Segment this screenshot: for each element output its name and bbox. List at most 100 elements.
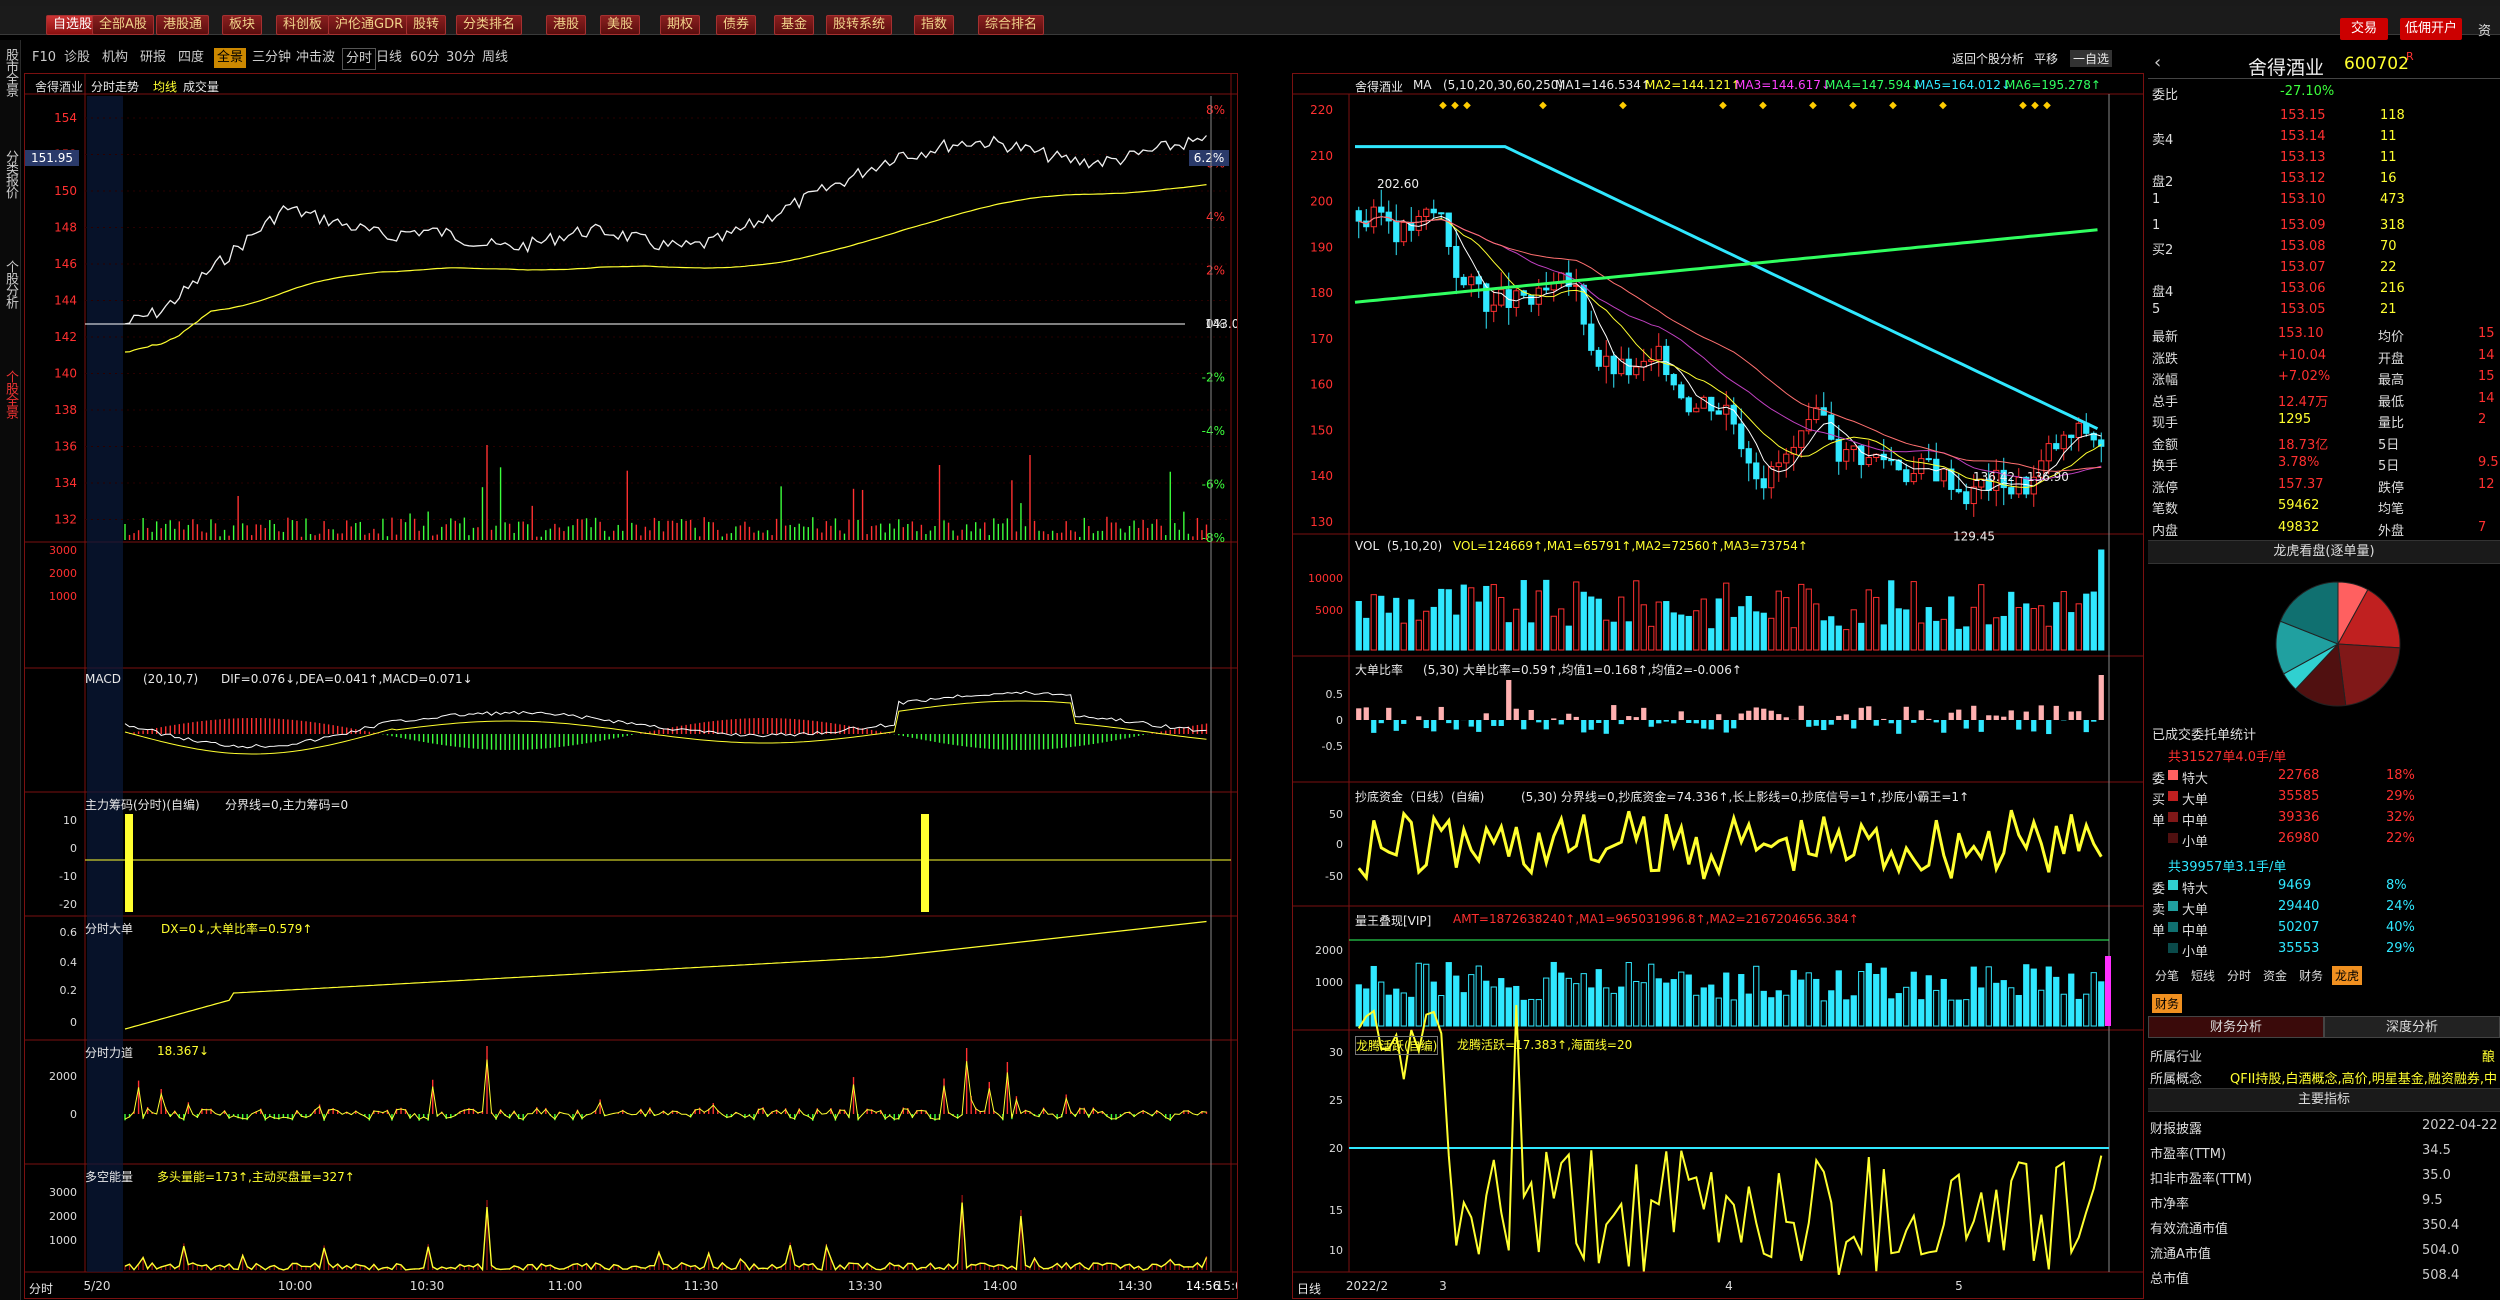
volking-bar bbox=[1385, 994, 1392, 1027]
intraday-axis-label[interactable]: 分时 bbox=[29, 1280, 53, 1297]
big-ratio-bar bbox=[1956, 709, 1962, 720]
fin-value: 35.0 bbox=[2422, 1168, 2451, 1183]
quote-tab-5[interactable]: 龙虎 bbox=[2332, 966, 2363, 985]
tab-three-minute[interactable]: 三分钟 bbox=[252, 48, 291, 68]
volking-bar bbox=[1535, 999, 1542, 1027]
toolbar-btn-1[interactable]: 全部A股 bbox=[92, 15, 154, 35]
main-chip-label[interactable]: 主力筹码(分时)(自编) bbox=[85, 796, 200, 813]
big-ratio-bar bbox=[1701, 720, 1707, 729]
sidebar-tab-stock-panorama[interactable]: 个股全景 bbox=[0, 370, 20, 418]
finance-subtab-0[interactable]: 财务分析 bbox=[2148, 1016, 2324, 1038]
force-label[interactable]: 分时力道 bbox=[85, 1044, 133, 1061]
tab-research[interactable]: 研报 bbox=[140, 48, 166, 68]
flat-button[interactable]: 平移 bbox=[2034, 50, 2058, 67]
big-order-label[interactable]: 分时大单 bbox=[85, 920, 133, 937]
toolbar-btn-14[interactable]: 指数 bbox=[914, 15, 955, 35]
vol-bar bbox=[1843, 629, 1850, 651]
finance-tab[interactable]: 财务 bbox=[2152, 994, 2183, 1013]
tab-shockwave[interactable]: 冲击波 bbox=[296, 48, 335, 68]
candle-body bbox=[1430, 208, 1437, 214]
toolbar-btn-12[interactable]: 基金 bbox=[774, 15, 815, 35]
vol-bar bbox=[1678, 614, 1685, 651]
big-ratio-bar bbox=[1393, 720, 1399, 731]
sidebar-tab-stock-analysis[interactable]: 个股分析 bbox=[0, 260, 20, 308]
main-toolbar: 自选股 全部A股 港股通 板块 科创板 沪伦通GDR 股转 分类排名 港股 美股 期权 债券 基金 股转系… bbox=[0, 6, 2500, 40]
kline-charts-svg[interactable]: 220210200190180170160150140130202.60129.… bbox=[1293, 74, 2143, 1298]
toolbar-btn-11[interactable]: 债券 bbox=[716, 15, 757, 35]
intraday-avg-label[interactable]: 均线 bbox=[153, 78, 177, 95]
toolbar-right-label[interactable]: 资 bbox=[2478, 20, 2491, 39]
candle-body bbox=[1400, 221, 1407, 243]
vol-params: (5,10,20) bbox=[1387, 539, 1443, 553]
toolbar-btn-15[interactable]: 综合排名 bbox=[978, 15, 1045, 35]
toolbar-btn-3[interactable]: 板块 bbox=[222, 15, 263, 35]
back-arrow-icon[interactable]: ‹ bbox=[2154, 52, 2161, 73]
tab-60min[interactable]: 60分 bbox=[410, 48, 440, 68]
vol-label[interactable]: VOL bbox=[1355, 539, 1379, 553]
current-pct-tag: 6.2% bbox=[1194, 151, 1225, 165]
toolbar-btn-4[interactable]: 科创板 bbox=[276, 15, 330, 35]
deal-button[interactable]: 交易 bbox=[2340, 18, 2388, 40]
intraday-volume-label[interactable]: 成交量 bbox=[183, 78, 219, 95]
macd-values: DIF=0.076↓,DEA=0.041↑,MACD=0.071↓ bbox=[221, 672, 473, 686]
quote-tab-1[interactable]: 短线 bbox=[2188, 966, 2218, 985]
tab-four-degree[interactable]: 四度 bbox=[178, 48, 204, 68]
volking-bar bbox=[1505, 987, 1512, 1027]
macd-label[interactable]: MACD bbox=[85, 672, 121, 686]
vol-bar bbox=[1565, 625, 1572, 651]
left-sidebar: 股市全景 分类报价 个股分析 个股全景 bbox=[0, 40, 21, 1300]
vol-bar bbox=[1648, 625, 1655, 651]
tab-30min[interactable]: 30分 bbox=[446, 48, 476, 68]
energy-label[interactable]: 多空能量 bbox=[85, 1168, 133, 1185]
volking-bar bbox=[1550, 961, 1557, 1027]
toolbar-btn-6[interactable]: 股转 bbox=[406, 15, 447, 35]
tab-diagnose[interactable]: 诊股 bbox=[64, 48, 90, 68]
bottom-fund-label[interactable]: 抄底资金（日线）(自编) bbox=[1355, 788, 1484, 805]
industry-row: 所属行业 酿 bbox=[2148, 1044, 2500, 1065]
big-ratio-bar bbox=[1438, 706, 1444, 720]
vol-bar bbox=[1768, 617, 1775, 651]
kline-price-tick: 210 bbox=[1310, 149, 1333, 163]
finance-subtab-1[interactable]: 深度分析 bbox=[2324, 1016, 2500, 1038]
tab-f10[interactable]: F10 bbox=[32, 48, 56, 68]
toolbar-btn-8[interactable]: 港股 bbox=[546, 15, 587, 35]
tab-weekly[interactable]: 周线 bbox=[482, 48, 508, 68]
volking-bar bbox=[1633, 980, 1640, 1027]
toolbar-btn-5[interactable]: 沪伦通GDR bbox=[328, 15, 411, 35]
toolbar-btn-9[interactable]: 美股 bbox=[600, 15, 641, 35]
macd-params: (20,10,7) bbox=[143, 672, 199, 686]
sidebar-tab-market[interactable]: 股市全景 bbox=[0, 48, 20, 96]
toolbar-btn-7[interactable]: 分类排名 bbox=[456, 15, 523, 35]
back-link[interactable]: 返回个股分析 bbox=[1952, 50, 2024, 67]
open-account-button[interactable]: 低佣开户 bbox=[2400, 18, 2462, 40]
ma-line-20 bbox=[1358, 216, 2102, 481]
vol-tick: 3000 bbox=[49, 544, 77, 557]
tab-institution[interactable]: 机构 bbox=[102, 48, 128, 68]
toolbar-btn-13[interactable]: 股转系统 bbox=[826, 15, 893, 35]
volking-bar bbox=[1948, 999, 1955, 1027]
watchlist-dropdown[interactable]: 一自选 bbox=[2070, 50, 2113, 67]
dragon-label[interactable]: 龙腾活跃(自编) bbox=[1355, 1036, 1439, 1055]
stat-value: 3.78% bbox=[2278, 455, 2320, 470]
tab-panorama[interactable]: 全景 bbox=[214, 48, 247, 68]
ma-label[interactable]: MA bbox=[1413, 78, 1432, 92]
fin-value: 350.4 bbox=[2422, 1218, 2460, 1233]
kline-axis-label[interactable]: 日线 bbox=[1297, 1280, 1321, 1297]
intraday-charts-svg[interactable]: 1541521501481461441421401381361341328%6%… bbox=[25, 74, 1237, 1298]
big-ratio-bar bbox=[1633, 717, 1639, 720]
tab-intraday[interactable]: 分时 bbox=[342, 48, 377, 70]
toolbar-btn-10[interactable]: 期权 bbox=[660, 15, 701, 35]
quote-tab-2[interactable]: 分时 bbox=[2224, 966, 2254, 985]
big-ratio-bar bbox=[1386, 707, 1392, 720]
quote-tab-3[interactable]: 资金 bbox=[2260, 966, 2290, 985]
tab-daily[interactable]: 日线 bbox=[376, 48, 402, 68]
toolbar-btn-2[interactable]: 港股通 bbox=[156, 15, 210, 35]
volking-bar bbox=[2045, 966, 2052, 1027]
volume-king-label[interactable]: 量王叠现[VIP] bbox=[1355, 912, 1431, 929]
big-ratio-label[interactable]: 大单比率 bbox=[1355, 661, 1403, 678]
quote-tab-0[interactable]: 分笔 bbox=[2152, 966, 2182, 985]
volking-bar bbox=[1378, 981, 1385, 1027]
volking-bar bbox=[1955, 999, 1962, 1027]
quote-tab-4[interactable]: 财务 bbox=[2296, 966, 2326, 985]
sidebar-tab-category-quote[interactable]: 分类报价 bbox=[0, 150, 20, 198]
